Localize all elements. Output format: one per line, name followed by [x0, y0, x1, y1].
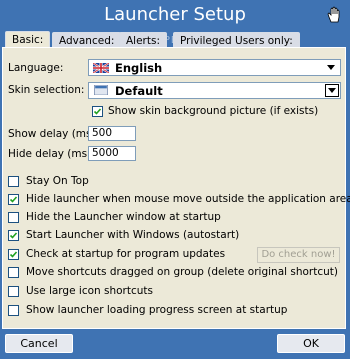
skin-select[interactable]: Default — [88, 82, 341, 99]
hide-delay-input[interactable]: 5000 — [88, 146, 136, 161]
loading-progress-checkbox[interactable] — [8, 305, 19, 316]
show-skin-bg-checkbox[interactable] — [92, 106, 103, 117]
chevron-down-icon[interactable] — [325, 84, 339, 97]
autostart-label: Start Launcher with Windows (autostart) — [26, 229, 240, 241]
move-shortcuts-label: Move shortcuts dragged on group (delete … — [26, 266, 339, 278]
stay-on-top-checkbox[interactable] — [8, 176, 19, 187]
show-skin-bg-label: Show skin background picture (if exists) — [108, 105, 319, 117]
move-shortcuts-checkbox[interactable] — [8, 267, 19, 278]
language-select[interactable]: English — [88, 59, 341, 76]
large-icons-label: Use large icon shortcuts — [26, 285, 154, 297]
hide-at-startup-label: Hide the Launcher window at startup — [26, 211, 221, 223]
launcher-setup-window: Launcher Setup SOFTPEDIA Basic: Advanced… — [0, 0, 350, 359]
check-updates-checkbox[interactable] — [8, 249, 19, 260]
check-updates-label: Check at startup for program updates — [26, 248, 226, 260]
chevron-down-icon[interactable] — [325, 60, 337, 75]
skin-label: Skin selection: — [8, 84, 85, 96]
skin-thumbnail-icon — [94, 85, 108, 95]
hand-cursor-icon[interactable] — [326, 6, 342, 23]
language-label: Language: — [8, 62, 64, 74]
uk-flag-icon — [93, 63, 109, 73]
skin-value: Default — [115, 84, 163, 98]
loading-progress-label: Show launcher loading progress screen at… — [26, 304, 288, 316]
show-delay-label: Show delay (ms): — [8, 128, 100, 140]
stay-on-top-label: Stay On Top — [26, 175, 89, 187]
cancel-button[interactable]: Cancel — [5, 334, 73, 353]
hide-on-mouse-out-checkbox[interactable] — [8, 194, 19, 205]
do-check-now-button[interactable]: Do check now! — [257, 247, 340, 263]
ok-button[interactable]: OK — [277, 334, 345, 353]
show-delay-input[interactable]: 500 — [88, 126, 136, 141]
window-title: Launcher Setup — [104, 4, 246, 25]
language-value: English — [115, 61, 163, 75]
autostart-checkbox[interactable] — [8, 230, 19, 241]
hide-delay-label: Hide delay (ms): — [8, 148, 95, 160]
hide-on-mouse-out-label: Hide launcher when mouse move outside th… — [26, 193, 350, 205]
large-icons-checkbox[interactable] — [8, 286, 19, 297]
hide-at-startup-checkbox[interactable] — [8, 212, 19, 223]
